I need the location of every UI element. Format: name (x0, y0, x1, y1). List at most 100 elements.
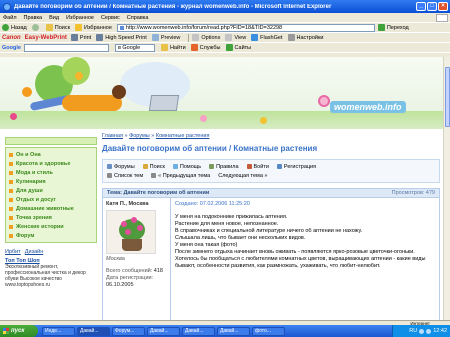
post-line: У меня на подоконнике прижилась аптения. (175, 214, 288, 220)
sidebar-item[interactable]: Мода и стиль (9, 168, 93, 177)
google-search-input[interactable] (23, 43, 109, 52)
print-button[interactable]: Print (70, 34, 92, 41)
sidebar-item[interactable]: Для души (9, 186, 93, 195)
back-button[interactable]: Назад (2, 24, 27, 31)
post-body: Создано: 07.02.2006 11:25:20 У меня на п… (171, 198, 439, 320)
preview-button[interactable]: Preview (151, 34, 180, 41)
taskbar-button[interactable]: Давай... (217, 326, 250, 336)
forum-search-button[interactable]: Поиск (142, 164, 165, 170)
post-line: Слышала лишь, что бывает они нескольких … (175, 235, 306, 241)
start-label: пуск (11, 328, 25, 334)
forum-forums-button[interactable]: Форумы (107, 164, 135, 170)
menu-help[interactable]: Справка (127, 15, 149, 21)
google-toolbar: Google в Google Найти Службы Сайты (0, 42, 450, 52)
sites-label: Сайты (234, 44, 252, 51)
window-title-bar[interactable]: Давайте поговорим об аптении / Комнатные… (0, 0, 450, 13)
menu-edit[interactable]: Правка (24, 15, 43, 21)
taskbar-button[interactable]: фото... (252, 326, 285, 336)
tray-icon[interactable] (419, 328, 425, 334)
start-button[interactable]: пуск (0, 325, 38, 337)
go-button[interactable]: Переход (377, 24, 409, 31)
sidebar-item-forum[interactable]: Форум (9, 231, 93, 240)
taskbar-tasks: Инде... Давай... Форум... Давай... Давай… (42, 326, 392, 336)
rules-icon (209, 164, 215, 169)
taskbar-button[interactable]: Форум... (112, 326, 145, 336)
forward-button[interactable] (31, 24, 41, 31)
sidebar-item[interactable]: Он и Она (9, 150, 93, 159)
breadcrumb-separator: » (124, 133, 128, 139)
plant-flower (137, 225, 143, 231)
sites-button[interactable]: Сайты (225, 44, 252, 51)
next-topic-button[interactable]: Следующая тема » (218, 173, 267, 179)
language-indicator[interactable]: RU (409, 328, 417, 334)
prev-topic-button[interactable]: « Предыдущая тема (151, 173, 210, 179)
forum-rules-button[interactable]: Правила (209, 164, 239, 170)
scrollbar-thumb[interactable] (445, 67, 450, 127)
taskbar-button[interactable]: Давай... (77, 326, 110, 336)
bullet-icon (9, 188, 13, 193)
sidebar-link[interactable]: Ирбит (5, 249, 21, 255)
menu-tools[interactable]: Сервис (101, 15, 120, 21)
bullet-icon (9, 152, 13, 157)
breadcrumb-forums[interactable]: Форумы (129, 133, 150, 139)
maximize-button[interactable]: □ (427, 2, 437, 11)
sidebar-link[interactable]: Дизайн (25, 249, 44, 255)
view-button[interactable]: View (225, 34, 246, 41)
tray-icon[interactable] (426, 328, 432, 334)
flashget-button[interactable]: FlashGet (251, 34, 283, 41)
breadcrumb-separator: » (151, 133, 155, 139)
breadcrumb-home[interactable]: Главная (102, 133, 123, 139)
taskbar-button[interactable]: Давай... (182, 326, 215, 336)
sidebar-item[interactable]: Точка зрения (9, 213, 93, 222)
close-button[interactable]: × (438, 2, 448, 11)
topic-list-button[interactable]: Список тем (107, 173, 143, 179)
menu-bar: Файл Правка Вид Избранное Сервис Справка (0, 13, 450, 22)
address-field[interactable]: http://www.womenweb.info/forum/read.php?… (116, 23, 375, 32)
site-logo[interactable]: womenweb.info (330, 101, 406, 113)
favorites-button[interactable]: Избранное (75, 24, 112, 31)
favorites-label: Избранное (84, 24, 112, 31)
forum-login-button[interactable]: Войти (246, 164, 269, 170)
menu-file[interactable]: Файл (3, 15, 17, 21)
sidebar-item[interactable]: Домашние животные (9, 204, 93, 213)
menu-favorites[interactable]: Избранное (66, 15, 94, 21)
search-button[interactable]: Поиск (45, 24, 70, 31)
printer-icon (70, 34, 78, 41)
taskbar-button[interactable]: Давай... (147, 326, 180, 336)
high-speed-print-button[interactable]: High Speed Print (96, 34, 147, 41)
prev-icon (151, 173, 157, 178)
register-icon (276, 164, 282, 169)
windows-logo-icon (436, 13, 448, 22)
minimize-button[interactable]: _ (416, 2, 426, 11)
sidebar-item[interactable]: Отдых и досуг (9, 195, 93, 204)
sidebar-item[interactable]: Кулинария (9, 177, 93, 186)
avatar (106, 210, 156, 254)
web-page: womenweb.info Он и Она Красота и здоровь… (0, 57, 443, 320)
sidebar-item[interactable]: Красота и здоровье (9, 159, 93, 168)
find-button[interactable]: Найти (160, 44, 186, 51)
sidebar-ad: Ирбит Дизайн Топ Топ Шоп Эксклюзивный ре… (5, 249, 97, 288)
post-line: бывают, особенности развития, как размно… (175, 263, 381, 269)
breadcrumb-section[interactable]: Комнатные растения (156, 133, 210, 139)
services-button[interactable]: Службы (190, 44, 221, 51)
print-label: Print (79, 34, 92, 41)
menu-view[interactable]: Вид (49, 15, 59, 21)
google-search-select[interactable]: в Google (114, 43, 155, 52)
bullet-icon (9, 233, 13, 238)
go-arrow-icon (377, 24, 385, 31)
sidebar-item[interactable]: Женские истории (9, 222, 93, 231)
google-logo: Google (2, 44, 21, 51)
plant-flower (131, 217, 137, 223)
settings-label: Настройки (296, 34, 324, 41)
settings-button[interactable]: Настройки (287, 34, 324, 41)
banner-tree (62, 57, 90, 85)
forum-register-button[interactable]: Регистрация (276, 164, 316, 170)
taskbar-button[interactable]: Инде... (42, 326, 75, 336)
clock[interactable]: 12:42 (433, 328, 447, 334)
options-button[interactable]: Options (192, 34, 220, 41)
reg-label: Дата регистрации: (106, 275, 154, 281)
services-label: Службы (199, 44, 221, 51)
forum-help-button[interactable]: Помощь (172, 164, 201, 170)
vertical-scrollbar[interactable] (443, 57, 450, 320)
author-name[interactable]: Катя П., Москва (106, 201, 167, 207)
